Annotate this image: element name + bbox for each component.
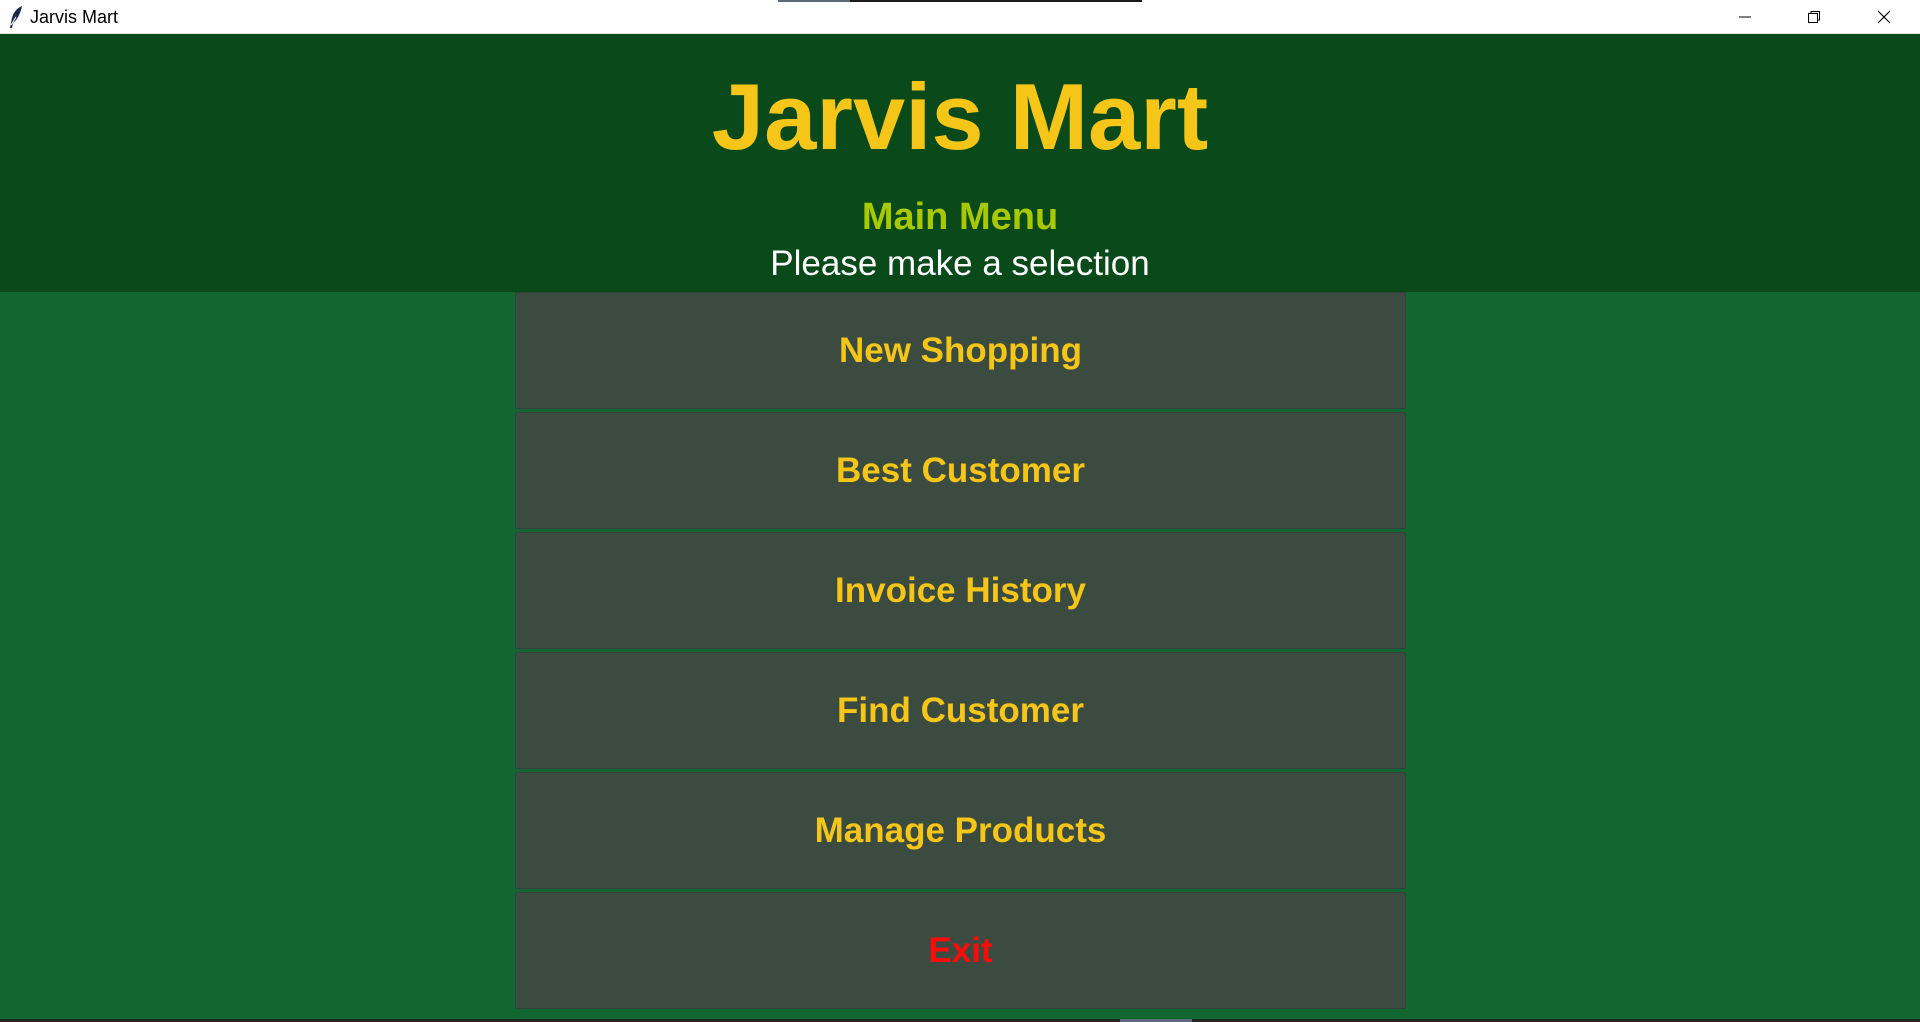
window-title: Jarvis Mart	[30, 7, 119, 27]
minimize-icon	[1738, 16, 1751, 18]
feather-icon	[6, 5, 28, 29]
new-shopping-button[interactable]: New Shopping	[515, 292, 1406, 409]
manage-products-button[interactable]: Manage Products	[515, 772, 1406, 889]
titlebar-top-strip-accent	[778, 0, 850, 2]
instruction-text: Please make a selection	[770, 244, 1150, 283]
app-heading: Jarvis Mart	[711, 64, 1209, 169]
menu-heading: Main Menu	[861, 196, 1059, 238]
main-menu: New Shopping Best Customer Invoice Histo…	[515, 292, 1406, 1012]
header-banner: Jarvis Mart Main Menu Please make a sele…	[0, 34, 1920, 292]
find-customer-button[interactable]: Find Customer	[515, 652, 1406, 769]
best-customer-button[interactable]: Best Customer	[515, 412, 1406, 529]
restore-icon	[1807, 11, 1820, 23]
close-button[interactable]	[1848, 0, 1920, 34]
minimize-button[interactable]	[1710, 0, 1779, 34]
restore-button[interactable]	[1779, 0, 1848, 34]
exit-button[interactable]: Exit	[515, 892, 1406, 1009]
invoice-history-button[interactable]: Invoice History	[515, 532, 1406, 649]
close-icon	[1877, 10, 1891, 24]
window-titlebar: Jarvis Mart	[0, 0, 1920, 34]
